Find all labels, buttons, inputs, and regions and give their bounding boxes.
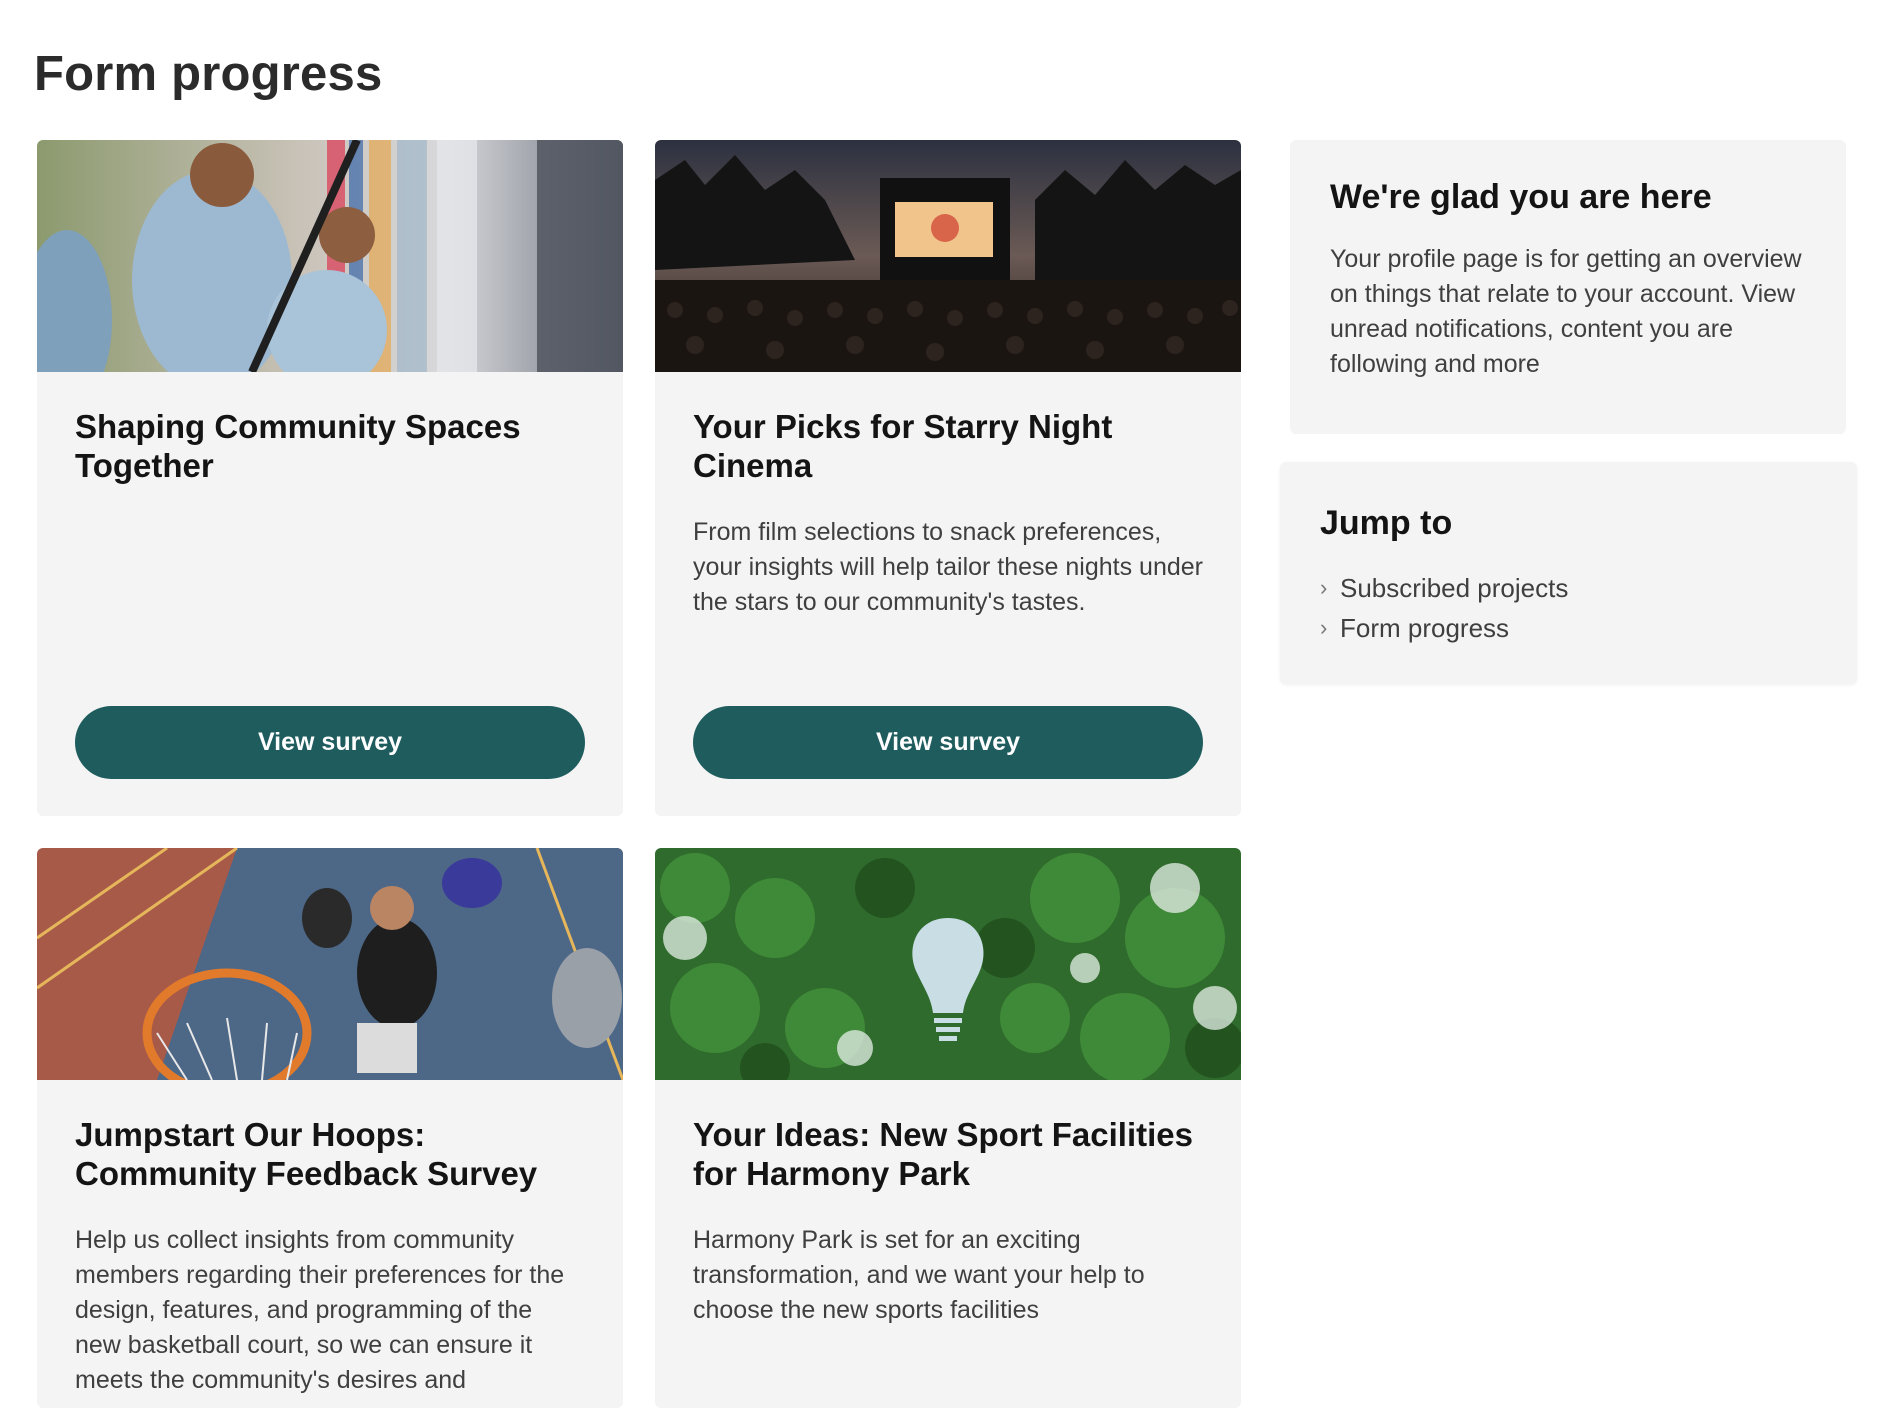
card-title: Jumpstart Our Hoops: Community Feedback … — [75, 1116, 538, 1192]
jump-to-panel: Jump to › Subscribed projects › Form pro… — [1280, 462, 1857, 684]
view-survey-button[interactable]: View survey — [693, 706, 1203, 779]
jump-to-list: › Subscribed projects › Form progress — [1320, 568, 1817, 648]
jump-link-form-progress[interactable]: › Form progress — [1320, 608, 1817, 648]
welcome-panel: We're glad you are here Your profile pag… — [1290, 140, 1846, 434]
survey-card: Jumpstart Our Hoops: Community Feedback … — [37, 848, 623, 1408]
card-description: From film selections to snack preference… — [693, 518, 1203, 616]
survey-card: Your Ideas: New Sport Facilities for Har… — [655, 848, 1241, 1408]
welcome-title: We're glad you are here — [1330, 178, 1712, 216]
survey-card: Shaping Community Spaces Together View s… — [37, 140, 623, 816]
card-title: Shaping Community Spaces Together — [75, 408, 521, 484]
jump-link-label: Form progress — [1340, 613, 1510, 643]
chevron-right-icon: › — [1320, 615, 1328, 640]
card-image-basketball — [37, 848, 623, 1080]
chevron-right-icon: › — [1320, 575, 1328, 600]
jump-to-title: Jump to — [1320, 504, 1453, 542]
jump-link-subscribed-projects[interactable]: › Subscribed projects — [1320, 568, 1817, 608]
jump-link-label: Subscribed projects — [1340, 573, 1569, 603]
view-survey-button[interactable]: View survey — [75, 706, 585, 779]
page-title: Form progress — [34, 47, 383, 101]
survey-card: Your Picks for Starry Night Cinema From … — [655, 140, 1241, 816]
card-image-mural — [37, 140, 623, 372]
welcome-text: Your profile page is for getting an over… — [1330, 245, 1802, 378]
card-description: Help us collect insights from community … — [75, 1226, 565, 1394]
card-image-forest — [655, 848, 1241, 1080]
card-title: Your Ideas: New Sport Facilities for Har… — [693, 1116, 1194, 1192]
card-title: Your Picks for Starry Night Cinema — [693, 408, 1113, 484]
card-description: Harmony Park is set for an exciting tran… — [693, 1226, 1145, 1324]
card-image-cinema — [655, 140, 1241, 372]
